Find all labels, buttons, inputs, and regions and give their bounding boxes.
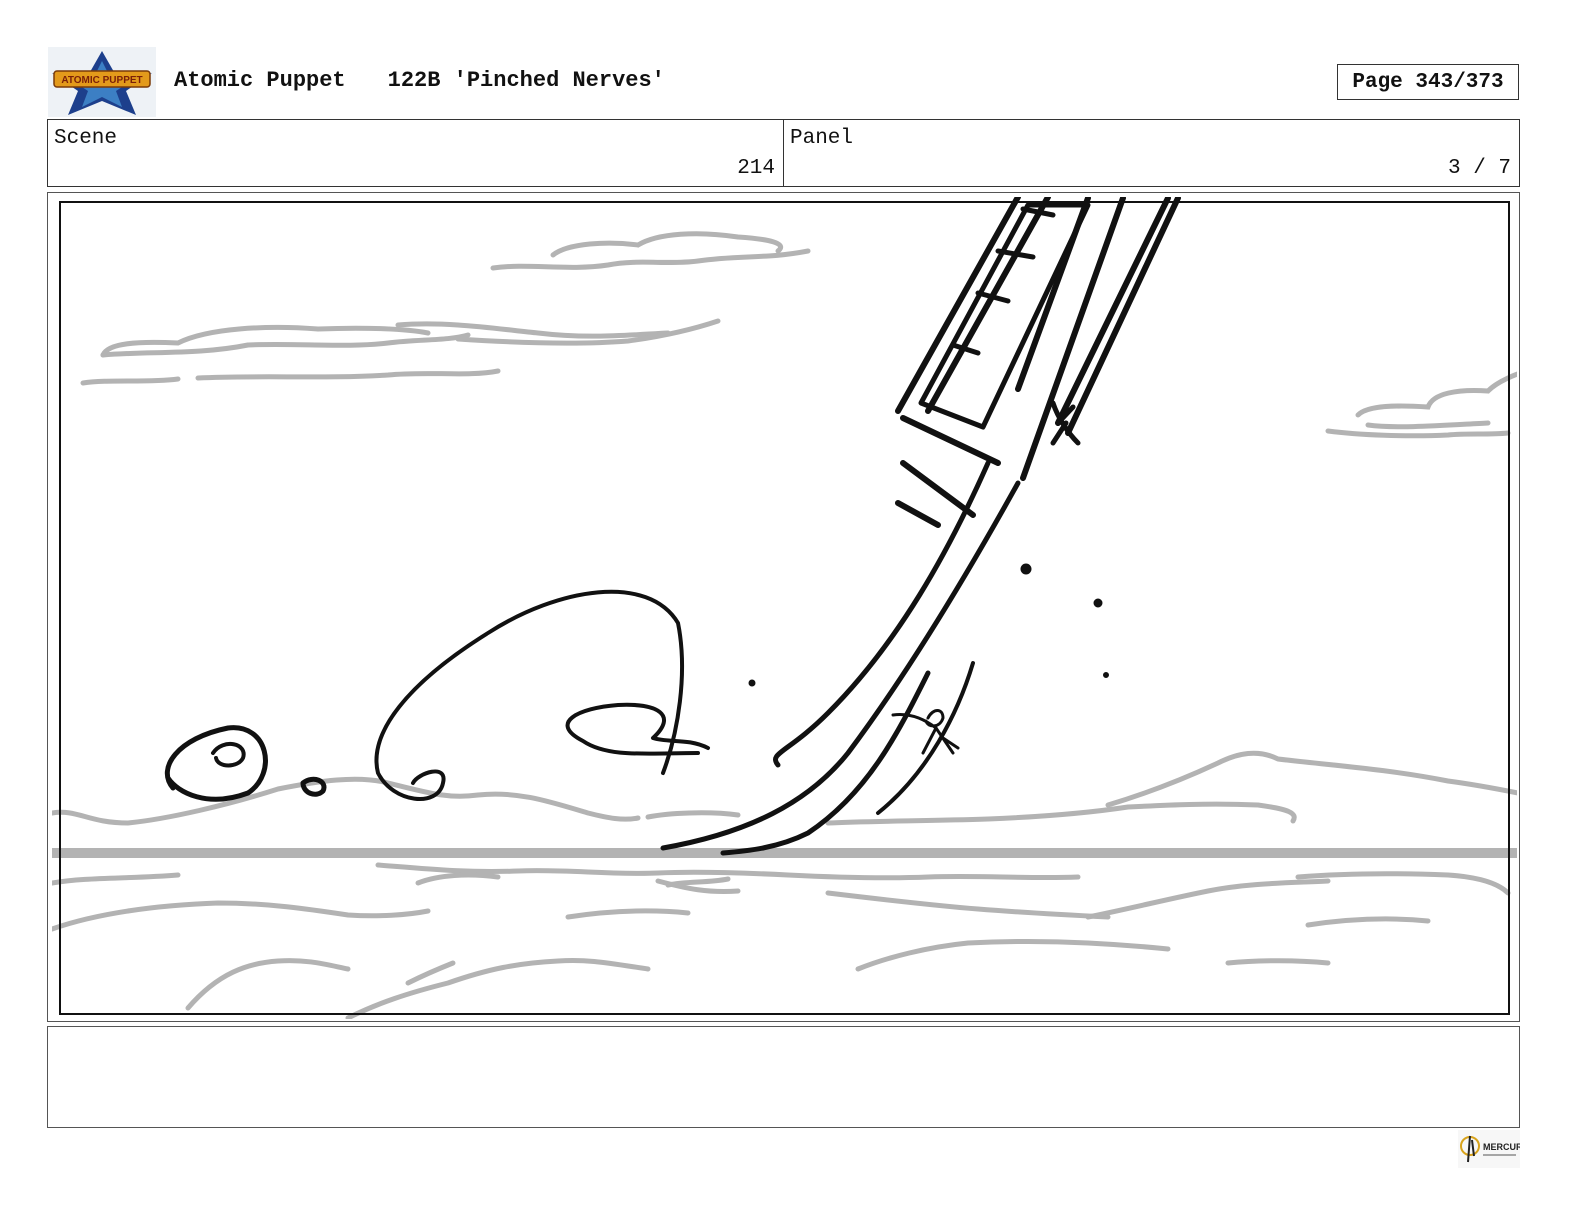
show-title: Atomic Puppet bbox=[174, 68, 346, 93]
cloud-sketch bbox=[52, 231, 1517, 1019]
panel-label: Panel bbox=[790, 127, 854, 150]
show-logo: ATOMIC PUPPET bbox=[48, 47, 156, 117]
logo-text: ATOMIC PUPPET bbox=[61, 75, 142, 86]
page-number-box: Page 343/373 bbox=[1337, 64, 1519, 100]
page-number: Page 343/373 bbox=[1352, 70, 1504, 94]
episode-title: 122B 'Pinched Nerves' bbox=[387, 68, 665, 93]
scene-cell: Scene 214 bbox=[48, 120, 784, 186]
page-title: Atomic Puppet 122B 'Pinched Nerves' bbox=[174, 68, 665, 93]
studio-logo-text: MERCURY bbox=[1483, 1142, 1520, 1152]
notes-area bbox=[47, 1026, 1520, 1128]
panel-cell: Panel 3 / 7 bbox=[784, 120, 1519, 186]
scene-number: 214 bbox=[737, 157, 775, 180]
storyboard-drawing bbox=[52, 197, 1517, 1019]
ink-sketch bbox=[165, 197, 1181, 856]
panel-number: 3 / 7 bbox=[1447, 157, 1511, 180]
scene-label: Scene bbox=[54, 127, 118, 150]
studio-logo: MERCURY bbox=[1458, 1130, 1528, 1168]
scene-panel-bar: Scene 214 Panel 3 / 7 bbox=[47, 119, 1520, 187]
storyboard-frame bbox=[47, 192, 1520, 1022]
panel-border bbox=[59, 201, 1510, 1015]
